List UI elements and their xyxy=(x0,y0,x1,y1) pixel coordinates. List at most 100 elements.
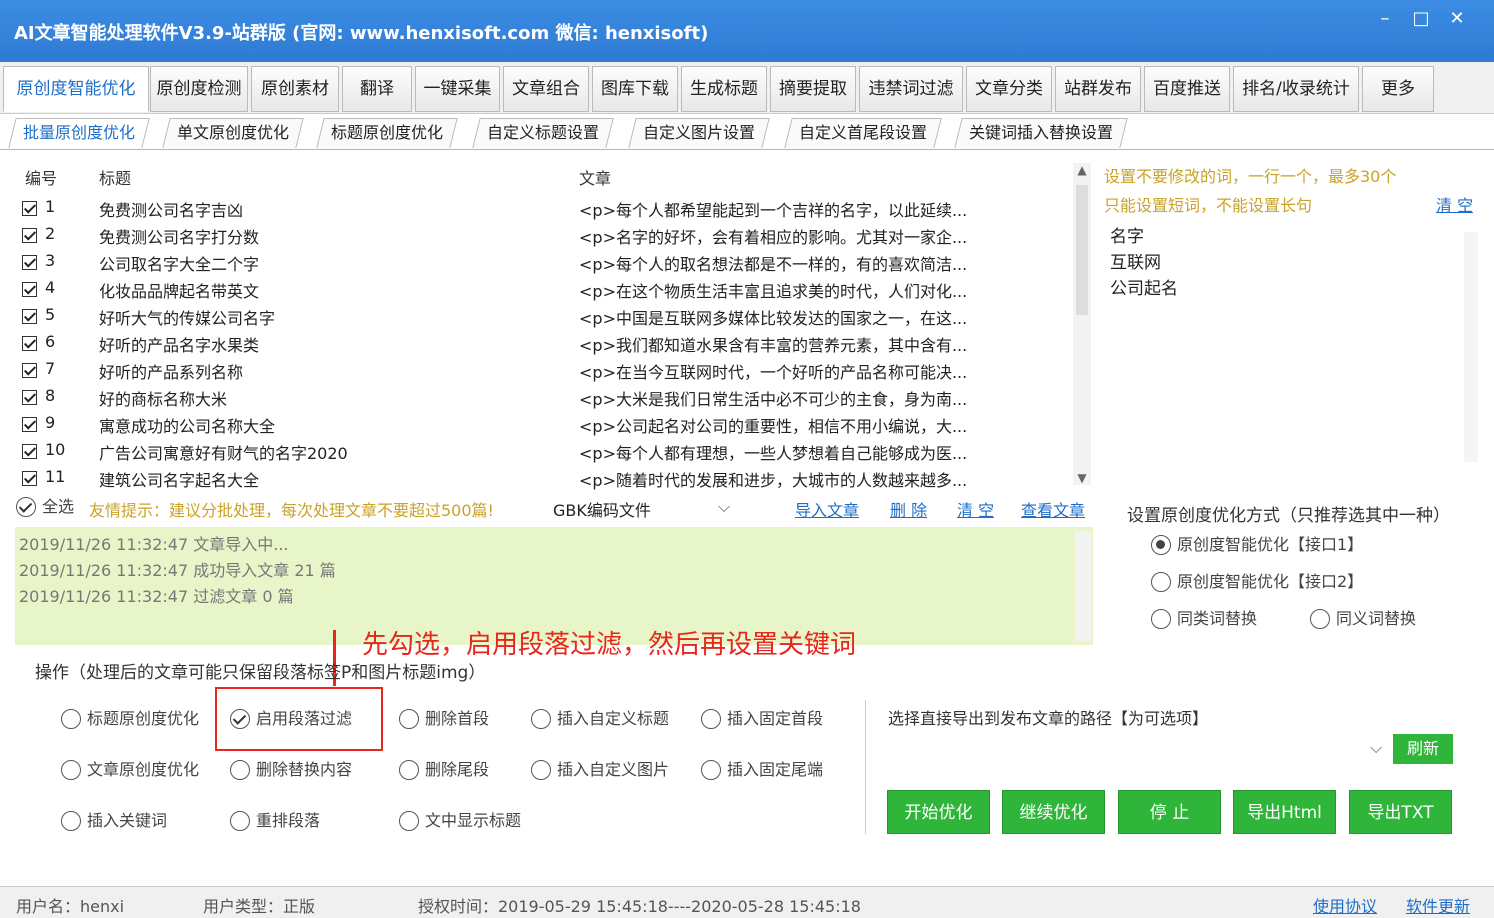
scroll-thumb[interactable] xyxy=(1076,185,1088,315)
agreement-link[interactable]: 使用协议 xyxy=(1313,893,1377,917)
table-row[interactable]: 2 免费测公司名字打分数 <p>名字的好坏，会有着相应的影响。尤其对一家企... xyxy=(20,222,1070,249)
subtab-head-tail[interactable]: 自定义首尾段设置 xyxy=(784,118,942,148)
table-row[interactable]: 1 免费测公司名字吉凶 <p>每个人都希望能起到一个吉祥的名字，以此延续... xyxy=(20,195,1070,222)
tab-gen-title[interactable]: 生成标题 xyxy=(681,66,767,112)
radio-icon xyxy=(61,709,81,729)
row-checkbox[interactable] xyxy=(22,282,37,297)
op-show-title[interactable]: 文中显示标题 xyxy=(399,809,521,833)
row-checkbox[interactable] xyxy=(22,444,37,459)
radio-icon xyxy=(399,709,419,729)
continue-optimize-button[interactable]: 继续优化 xyxy=(1002,790,1105,834)
row-num: 9 xyxy=(45,413,56,432)
method-radio-4[interactable]: 同义词替换 xyxy=(1310,607,1416,631)
op-insert-custom-title[interactable]: 插入自定义标题 xyxy=(531,707,669,731)
op-delete-replace[interactable]: 删除替换内容 xyxy=(230,758,352,782)
table-row[interactable]: 6 好听的产品名字水果类 <p>我们都知道水果含有丰富的营养元素，其中含有... xyxy=(20,330,1070,357)
op-article-optimize[interactable]: 文章原创度优化 xyxy=(61,758,199,782)
keyword-item: 名字 xyxy=(1110,227,1144,247)
delete-link[interactable]: 删 除 xyxy=(890,497,927,521)
row-checkbox[interactable] xyxy=(22,390,37,405)
log-scrollbar[interactable] xyxy=(1075,531,1091,641)
op-delete-last[interactable]: 删除尾段 xyxy=(399,758,489,782)
table-row[interactable]: 11 建筑公司名字起名大全 <p>随着时代的发展和进步，大城市的人数越来越多... xyxy=(20,465,1070,492)
op-delete-first[interactable]: 删除首段 xyxy=(399,707,489,731)
table-row[interactable]: 4 化妆品品牌起名带英文 <p>在这个物质生活丰富且追求美的时代，人们对化... xyxy=(20,276,1070,303)
row-checkbox[interactable] xyxy=(22,309,37,324)
op-insert-fixed-first[interactable]: 插入固定首段 xyxy=(701,707,823,731)
chevron-down-icon[interactable]: ⌵ xyxy=(718,497,730,517)
op-insert-keyword[interactable]: 插入关键词 xyxy=(61,809,167,833)
list-scrollbar[interactable]: ▲ ▼ xyxy=(1073,163,1091,485)
tab-collect[interactable]: 一键采集 xyxy=(415,66,500,112)
tip-text: 友情提示：建议分批处理，每次处理文章不要超过500篇! xyxy=(89,501,494,520)
stop-button[interactable]: 停 止 xyxy=(1118,790,1221,834)
refresh-button[interactable]: 刷新 xyxy=(1393,734,1453,764)
table-row[interactable]: 8 好的商标名称大米 <p>大米是我们日常生活中必不可少的主食，身为南... xyxy=(20,384,1070,411)
op-paragraph-filter[interactable]: 启用段落过滤 xyxy=(230,707,352,731)
row-checkbox[interactable] xyxy=(22,336,37,351)
method-radio-3[interactable]: 同类词替换 xyxy=(1151,607,1257,631)
tab-original-material[interactable]: 原创素材 xyxy=(251,66,339,112)
radio-icon xyxy=(531,760,551,780)
clear-link[interactable]: 清 空 xyxy=(957,497,994,521)
tab-site-publish[interactable]: 站群发布 xyxy=(1055,66,1141,112)
maximize-button[interactable]: □ xyxy=(1404,8,1438,32)
table-row[interactable]: 7 好听的产品系列名称 <p>在当今互联网时代，一个好听的产品名称可能决... xyxy=(20,357,1070,384)
radio-icon xyxy=(701,760,721,780)
table-row[interactable]: 5 好听大气的传媒公司名字 <p>中国是互联网多媒体比较发达的国家之一，在这... xyxy=(20,303,1070,330)
op-reorder[interactable]: 重排段落 xyxy=(230,809,320,833)
op-insert-fixed-last[interactable]: 插入固定尾端 xyxy=(701,758,823,782)
tab-translate[interactable]: 翻译 xyxy=(342,66,412,112)
subtab-single[interactable]: 单文原创度优化 xyxy=(162,118,304,148)
keyword-clear-link[interactable]: 清 空 xyxy=(1436,192,1473,216)
tab-combine[interactable]: 文章组合 xyxy=(503,66,589,112)
export-txt-button[interactable]: 导出TXT xyxy=(1349,790,1452,834)
import-link[interactable]: 导入文章 xyxy=(795,497,859,521)
tab-more[interactable]: 更多 xyxy=(1362,66,1434,112)
table-row[interactable]: 10 广告公司寓意好有财气的名字2020 <p>每个人都有理想，一些人梦想着自己能够… xyxy=(20,438,1070,465)
subtab-keyword-insert[interactable]: 关键词插入替换设置 xyxy=(954,118,1128,148)
minimize-button[interactable]: – xyxy=(1368,8,1402,32)
row-checkbox[interactable] xyxy=(22,228,37,243)
method-radio-1[interactable]: 原创度智能优化【接口1】 xyxy=(1151,533,1363,557)
row-checkbox[interactable] xyxy=(22,363,37,378)
tab-classify[interactable]: 文章分类 xyxy=(966,66,1052,112)
radio-icon xyxy=(399,811,419,831)
table-row[interactable]: 9 寓意成功的公司名称大全 <p>公司起名对公司的重要性，相信不用小编说，大... xyxy=(20,411,1070,438)
subtab-custom-image[interactable]: 自定义图片设置 xyxy=(628,118,770,148)
tab-rank-stats[interactable]: 排名/收录统计 xyxy=(1233,66,1359,112)
view-articles-link[interactable]: 查看文章 xyxy=(1021,497,1085,521)
row-checkbox[interactable] xyxy=(22,201,37,216)
row-title: 好的商标名称大米 xyxy=(99,390,228,409)
scroll-down-icon[interactable]: ▼ xyxy=(1073,471,1091,485)
select-all-checkbox[interactable]: 全选 xyxy=(16,495,74,519)
export-html-button[interactable]: 导出Html xyxy=(1233,790,1336,834)
op-insert-custom-image[interactable]: 插入自定义图片 xyxy=(531,758,669,782)
row-checkbox[interactable] xyxy=(22,255,37,270)
chevron-down-icon[interactable]: ⌵ xyxy=(1370,738,1382,758)
update-link[interactable]: 软件更新 xyxy=(1406,893,1470,917)
table-row[interactable]: 3 公司取名字大全二个字 <p>每个人的取名想法都是不一样的，有的喜欢简洁... xyxy=(20,249,1070,276)
keyword-scrollbar[interactable] xyxy=(1464,232,1478,462)
tab-forbidden-filter[interactable]: 违禁词过滤 xyxy=(859,66,963,112)
tab-original-optimize[interactable]: 原创度智能优化 xyxy=(3,66,149,112)
keyword-textarea[interactable]: 名字 互联网 公司起名 xyxy=(1100,218,1482,478)
subtab-title[interactable]: 标题原创度优化 xyxy=(316,118,458,148)
tab-original-check[interactable]: 原创度检测 xyxy=(150,66,248,112)
op-label: 重排段落 xyxy=(256,811,321,830)
row-checkbox[interactable] xyxy=(22,471,37,486)
tab-baidu-push[interactable]: 百度推送 xyxy=(1144,66,1230,112)
row-article: <p>每个人的取名想法都是不一样的，有的喜欢简洁... xyxy=(579,255,968,274)
encoding-select[interactable]: GBK编码文件 xyxy=(553,497,651,521)
row-checkbox[interactable] xyxy=(22,417,37,432)
subtab-custom-title[interactable]: 自定义标题设置 xyxy=(472,118,614,148)
method-radio-2[interactable]: 原创度智能优化【接口2】 xyxy=(1151,570,1363,594)
keyword-item: 互联网 xyxy=(1110,253,1161,273)
op-title-optimize[interactable]: 标题原创度优化 xyxy=(61,707,199,731)
tab-summary[interactable]: 摘要提取 xyxy=(770,66,856,112)
start-optimize-button[interactable]: 开始优化 xyxy=(887,790,990,834)
scroll-up-icon[interactable]: ▲ xyxy=(1073,163,1091,177)
subtab-batch[interactable]: 批量原创度优化 xyxy=(8,118,150,148)
tab-image-download[interactable]: 图库下载 xyxy=(592,66,678,112)
close-button[interactable]: ✕ xyxy=(1440,8,1474,32)
